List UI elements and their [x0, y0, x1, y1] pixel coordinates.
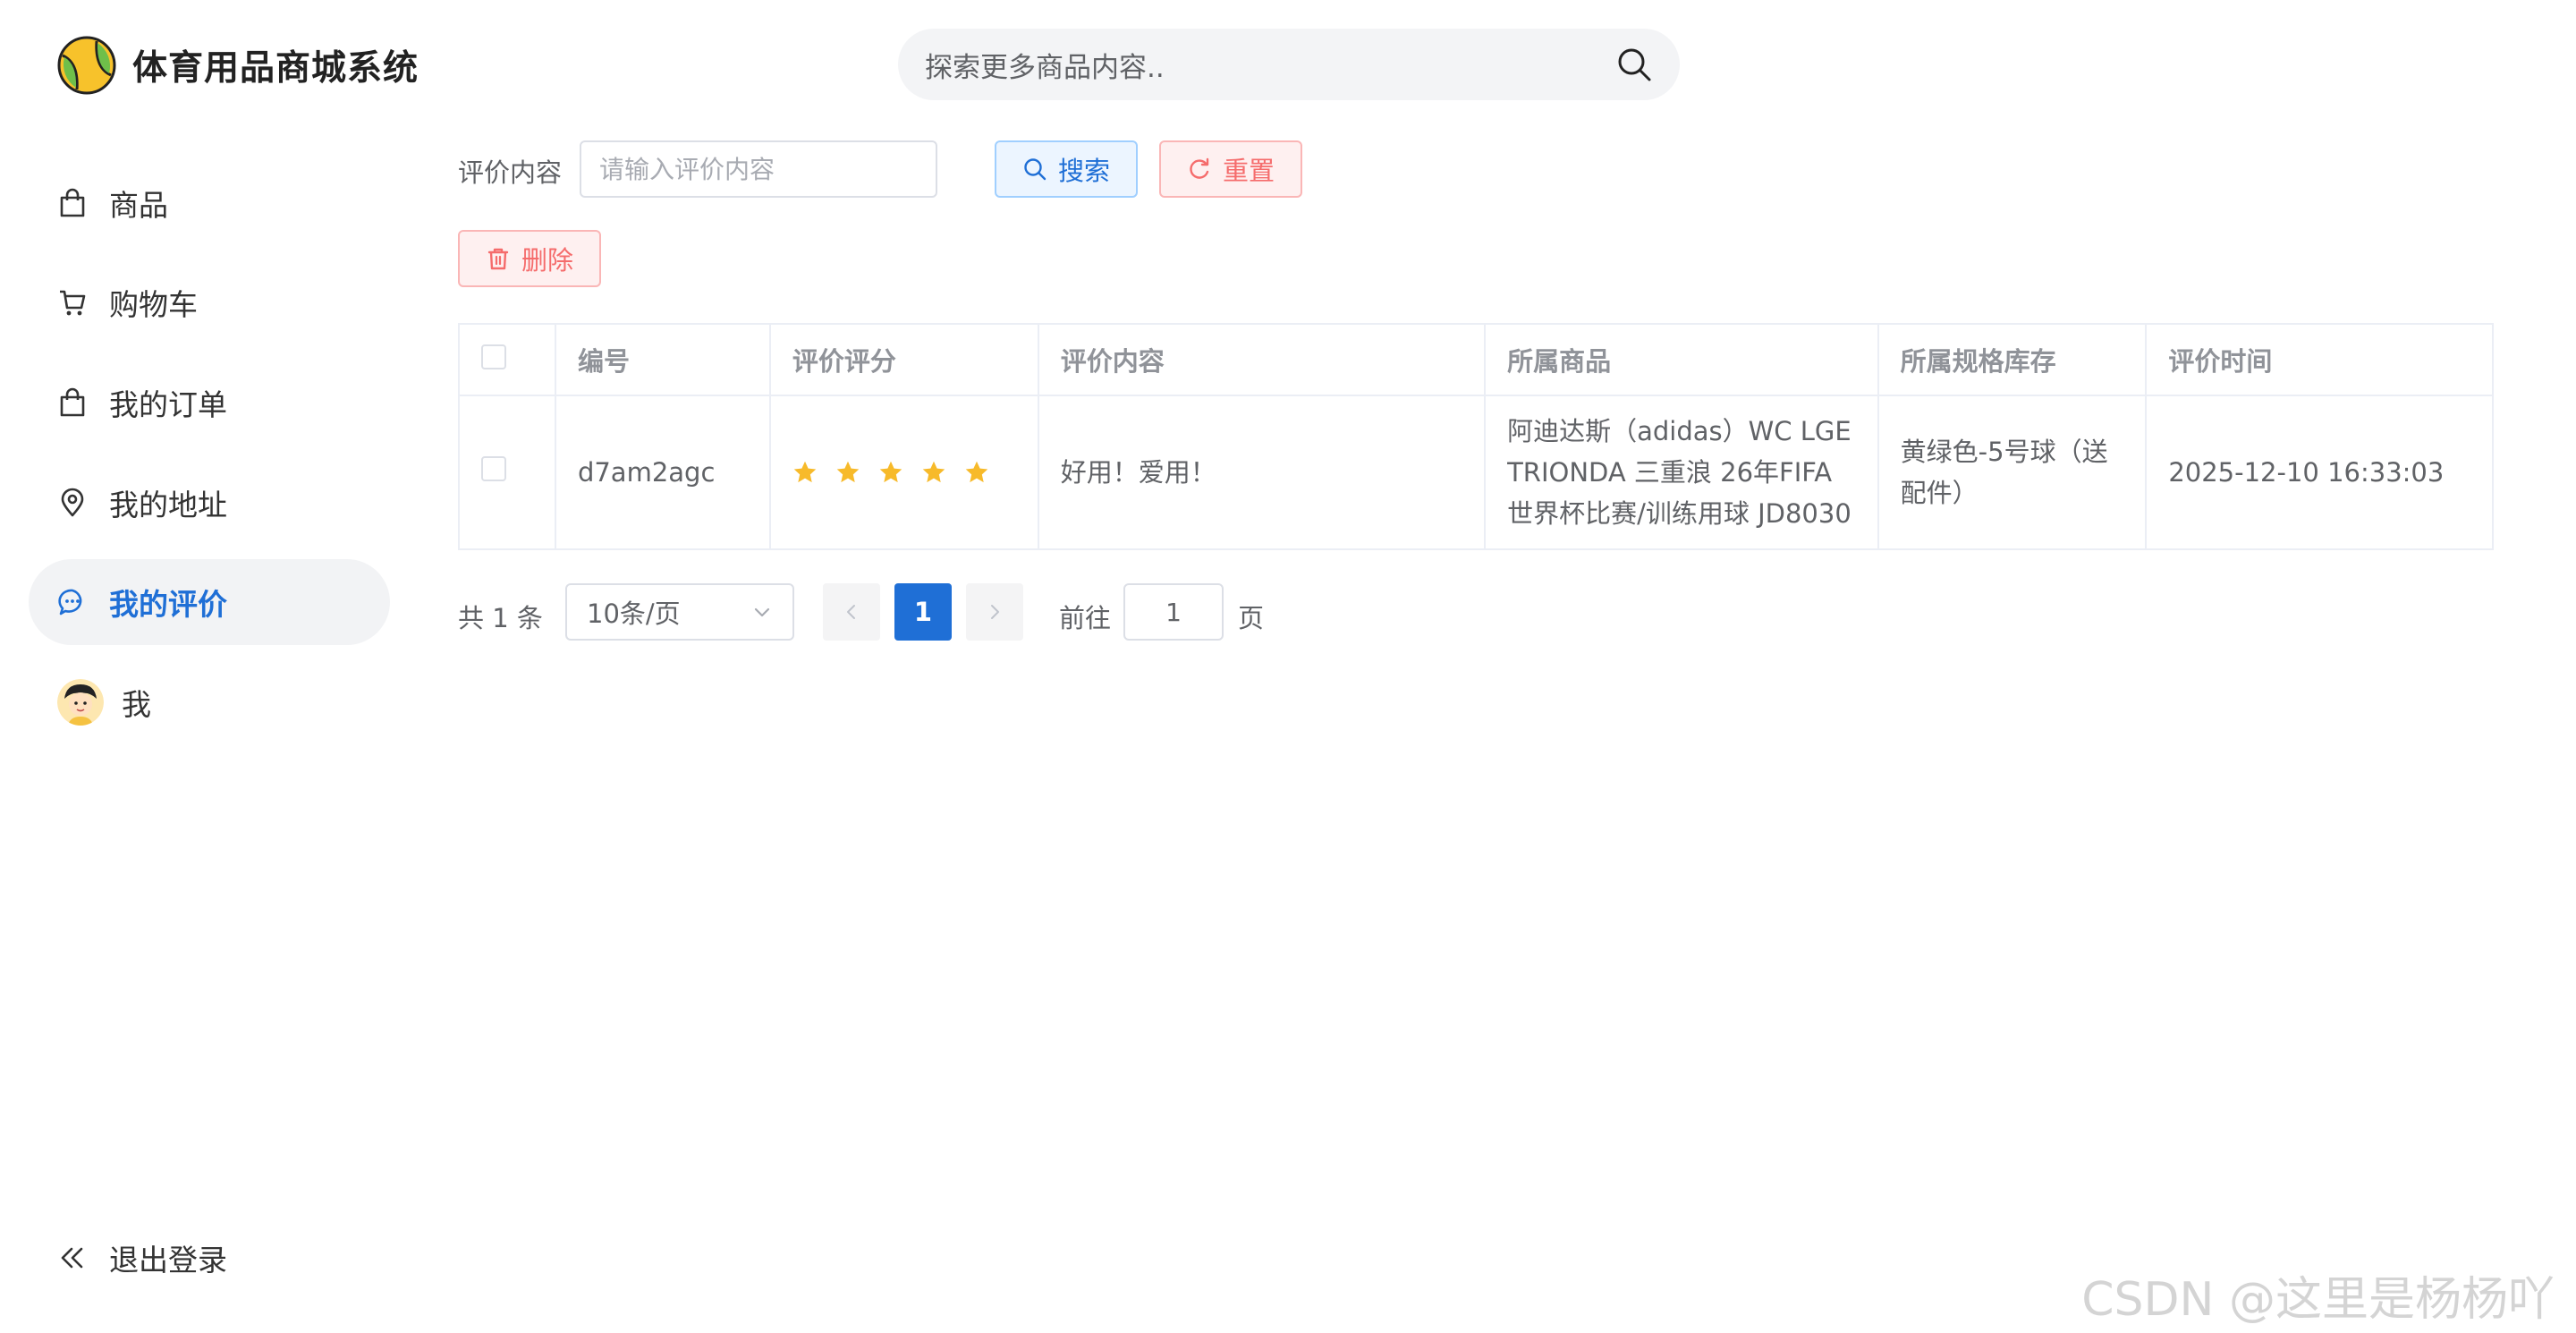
- search-icon[interactable]: [1615, 46, 1653, 83]
- review-product: 阿迪达斯（adidas）WC LGE TRIONDA 三重浪 26年FIFA世界…: [1484, 395, 1879, 550]
- star-icon: [793, 461, 817, 483]
- sidebar-item-products[interactable]: 商品: [29, 160, 390, 246]
- next-page-button[interactable]: [966, 583, 1023, 641]
- column-header-spec: 所属规格库存: [1877, 323, 2148, 396]
- column-header-content: 评价内容: [1037, 323, 1487, 396]
- review-rating: [768, 395, 1039, 550]
- chevron-left-icon: [847, 605, 855, 619]
- review-spec: 黄绿色-5号球（送配件）: [1877, 395, 2148, 550]
- reset-button[interactable]: 重置: [1159, 140, 1302, 198]
- search-button-label: 搜索: [1057, 156, 1110, 186]
- app-root: 体育用品商城系统 探索更多商品内容.. 商品 购物车 我的订单 我的地址 我的评…: [0, 0, 2576, 1333]
- sidebar-item-orders[interactable]: 我的订单: [29, 360, 390, 446]
- order-bag-icon: [60, 387, 85, 417]
- sidebar-item-label: 商品: [109, 188, 168, 223]
- review-time: 2025-12-10 16:33:03: [2145, 395, 2494, 550]
- sidebar-item-reviews[interactable]: 我的评价: [29, 559, 390, 645]
- sidebar-item-address[interactable]: 我的地址: [29, 460, 390, 546]
- user-avatar: [57, 679, 104, 726]
- logout-label: 退出登录: [109, 1243, 227, 1278]
- review-id: d7am2agc: [554, 395, 771, 550]
- sidebar-item-label: 我: [122, 687, 151, 722]
- rating-stars: [792, 460, 1016, 485]
- page-size-select[interactable]: 10条/页: [565, 583, 794, 641]
- review-content-filter-input[interactable]: [580, 140, 937, 198]
- review-content-filter-label: 评价内容: [458, 157, 563, 188]
- star-icon: [965, 461, 988, 483]
- select-all-checkbox[interactable]: [481, 344, 506, 369]
- watermark: CSDN @这里是杨杨吖: [2081, 1273, 2555, 1327]
- page-size-value: 10条/页: [587, 599, 681, 629]
- cart-icon: [60, 290, 86, 316]
- sidebar-item-profile[interactable]: 我: [29, 659, 390, 745]
- row-select-cell: [458, 395, 556, 550]
- row-checkbox[interactable]: [481, 456, 506, 481]
- review-content: 好用！爱用！: [1037, 395, 1487, 550]
- search-icon: [1024, 158, 1046, 181]
- column-header-id: 编号: [554, 323, 771, 396]
- prev-page-button[interactable]: [823, 583, 880, 641]
- global-search[interactable]: 探索更多商品内容..: [898, 29, 1680, 100]
- column-header-time: 评价时间: [2145, 323, 2494, 396]
- star-icon: [879, 461, 902, 483]
- global-search-placeholder[interactable]: 探索更多商品内容..: [925, 45, 1615, 85]
- chevron-down-icon: [754, 607, 770, 617]
- star-icon: [922, 461, 945, 483]
- goto-label: 前往: [1059, 603, 1112, 633]
- delete-button[interactable]: 删除: [458, 230, 601, 287]
- logout-button[interactable]: 退出登录: [57, 1236, 227, 1279]
- location-pin-icon: [61, 488, 84, 517]
- double-chevron-left-icon: [61, 1247, 83, 1269]
- page-number-button[interactable]: 1: [894, 583, 952, 641]
- sidebar: 商品 购物车 我的订单 我的地址 我的评价 我: [29, 0, 395, 1333]
- chat-bubble-icon: [58, 589, 82, 616]
- star-icon: [836, 461, 860, 483]
- sidebar-item-label: 我的订单: [109, 387, 227, 422]
- column-header-product: 所属商品: [1484, 323, 1879, 396]
- goto-suffix: 页: [1238, 603, 1265, 633]
- select-all-cell: [458, 323, 556, 396]
- sidebar-item-cart[interactable]: 购物车: [29, 259, 390, 345]
- goto-page-input[interactable]: [1123, 583, 1224, 641]
- search-button[interactable]: 搜索: [995, 140, 1138, 198]
- pagination-total: 共 1 条: [458, 603, 543, 633]
- chevron-right-icon: [991, 605, 999, 619]
- table-row[interactable]: d7am2agc 好用！爱用！ 阿迪达斯（adidas）WC LGE TRION…: [458, 395, 2494, 550]
- refresh-icon: [1190, 157, 1209, 179]
- sidebar-item-label: 我的评价: [109, 587, 227, 622]
- sidebar-item-label: 我的地址: [109, 488, 227, 522]
- sidebar-item-label: 购物车: [109, 287, 198, 322]
- reset-button-label: 重置: [1222, 156, 1275, 186]
- column-header-rating: 评价评分: [768, 323, 1039, 396]
- shopping-bag-icon: [60, 188, 85, 217]
- reviews-table: 编号 评价评分 评价内容 所属商品 所属规格库存 评价时间 d7am2agc 好…: [458, 323, 2494, 550]
- trash-icon: [487, 248, 509, 270]
- table-header-row: 编号 评价评分 评价内容 所属商品 所属规格库存 评价时间: [458, 323, 2494, 396]
- delete-button-label: 删除: [521, 245, 573, 276]
